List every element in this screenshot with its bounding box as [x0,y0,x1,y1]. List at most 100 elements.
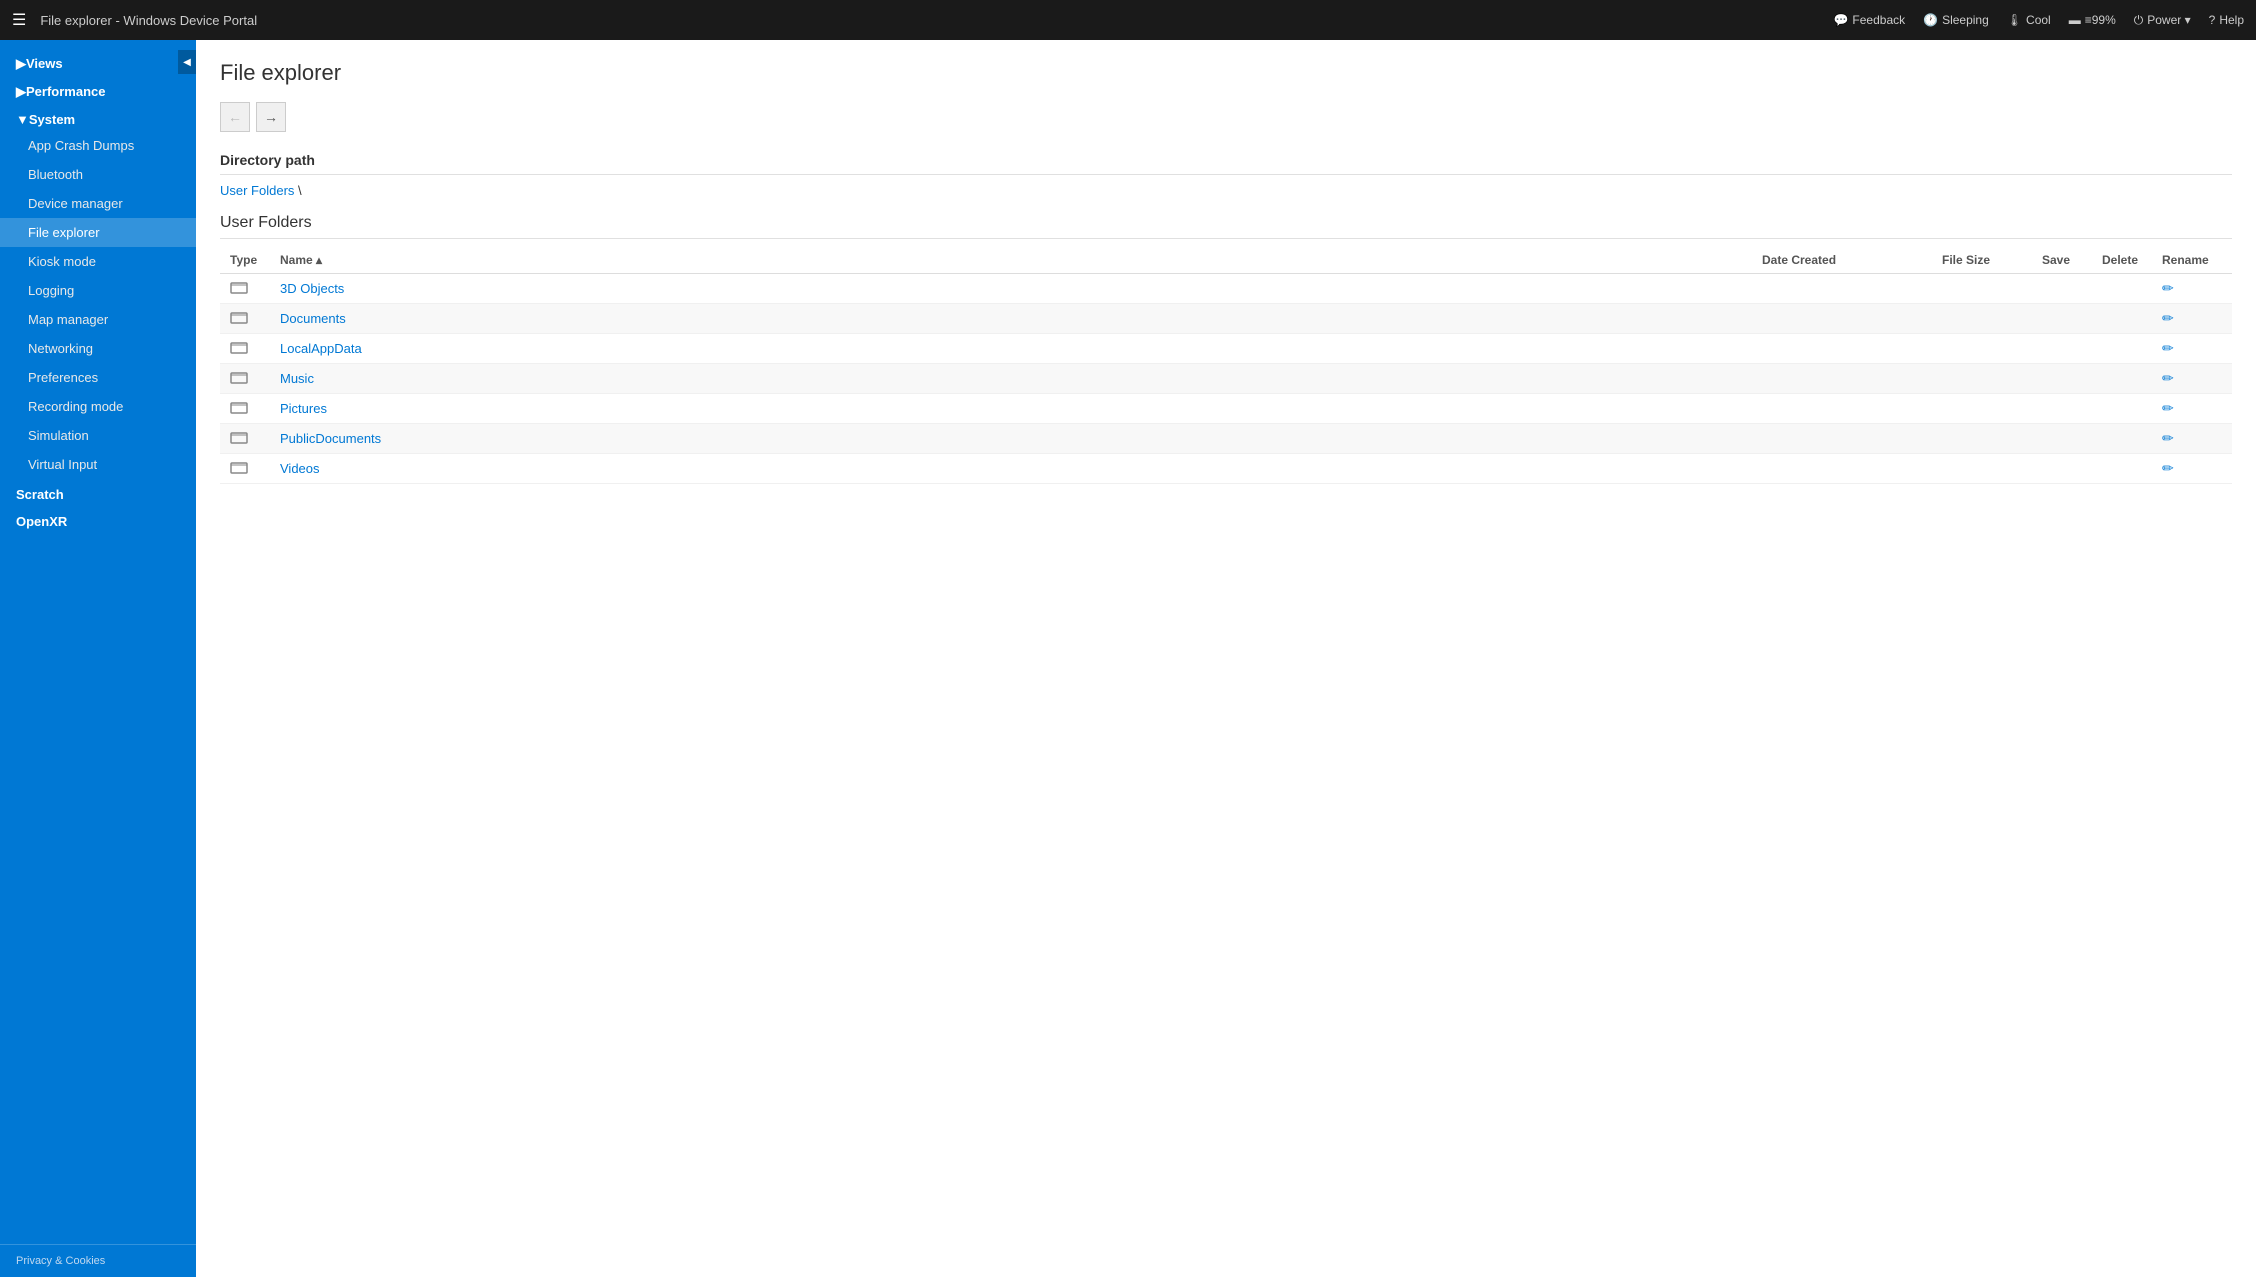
user-folders-title: User Folders [220,214,2232,239]
sidebar-group-system[interactable]: ▼System [0,104,196,131]
help-action[interactable]: ? Help [2209,13,2244,27]
cell-size-local-app-data [1932,334,2032,364]
cell-size-pictures [1932,394,2032,424]
cell-delete-videos [2092,454,2152,484]
nav-back-button[interactable]: ← [220,102,250,132]
cell-date-3d-objects [1752,274,1932,304]
cell-type-pictures [220,394,270,424]
rename-button-documents[interactable]: ✏ [2162,310,2174,326]
sidebar-item-scratch[interactable]: Scratch [0,479,196,506]
table-row: PublicDocuments ✏ [220,424,2232,454]
rename-button-local-app-data[interactable]: ✏ [2162,340,2174,356]
directory-path-section: Directory path User Folders \ [220,152,2232,198]
hamburger-icon[interactable]: ☰ [12,10,26,30]
cell-delete-documents [2092,304,2152,334]
rename-button-public-documents[interactable]: ✏ [2162,430,2174,446]
sidebar-item-logging[interactable]: Logging [0,276,196,305]
rename-button-3d-objects[interactable]: ✏ [2162,280,2174,296]
topbar: ☰ File explorer - Windows Device Portal … [0,0,2256,40]
sidebar-item-preferences[interactable]: Preferences [0,363,196,392]
table-row: Videos ✏ [220,454,2232,484]
file-table: Type Name ▴ Date Created File Size Save … [220,247,2232,484]
cool-icon: 🌡 [2007,13,2022,27]
cell-rename-public-documents: ✏ [2152,424,2232,454]
cell-rename-music: ✏ [2152,364,2232,394]
cell-save-pictures [2032,394,2092,424]
battery-icon: ▬ [2069,13,2081,27]
sidebar-item-device-manager[interactable]: Device manager [0,189,196,218]
table-row: Pictures ✏ [220,394,2232,424]
power-label: Power ▾ [2147,13,2190,27]
table-row: Music ✏ [220,364,2232,394]
power-action[interactable]: ⏻ Power ▾ [2134,13,2191,28]
sort-indicator: ▴ [316,253,322,267]
table-header-row: Type Name ▴ Date Created File Size Save … [220,247,2232,274]
sleeping-label: Sleeping [1942,13,1989,27]
col-header-type: Type [220,247,270,274]
feedback-action[interactable]: 💬 Feedback [1833,13,1905,27]
sidebar-item-map-manager[interactable]: Map manager [0,305,196,334]
help-label: Help [2219,13,2244,27]
cell-name-pictures: Pictures [270,394,1752,424]
sidebar: ◀ ▶Views ▶Performance ▼System App Crash … [0,40,196,1277]
directory-separator: \ [294,183,301,198]
sidebar-item-views[interactable]: ▶Views [0,48,196,76]
sidebar-item-performance[interactable]: ▶Performance [0,76,196,104]
battery-action[interactable]: ▬ ≡99% [2069,13,2116,27]
cell-delete-music [2092,364,2152,394]
cell-name-music: Music [270,364,1752,394]
sidebar-footer-privacy[interactable]: Privacy & Cookies [0,1244,196,1277]
folder-link-videos[interactable]: Videos [280,461,320,476]
sleeping-action[interactable]: 🕐 Sleeping [1923,13,1989,27]
sidebar-item-file-explorer[interactable]: File explorer [0,218,196,247]
folder-icon [230,342,248,357]
cell-rename-videos: ✏ [2152,454,2232,484]
cell-save-music [2032,364,2092,394]
table-row: LocalAppData ✏ [220,334,2232,364]
cell-name-public-documents: PublicDocuments [270,424,1752,454]
page-title: File explorer [220,60,2232,86]
folder-link-public-documents[interactable]: PublicDocuments [280,431,381,446]
sidebar-item-virtual-input[interactable]: Virtual Input [0,450,196,479]
cell-date-music [1752,364,1932,394]
sidebar-item-app-crash-dumps[interactable]: App Crash Dumps [0,131,196,160]
cell-type-3d-objects [220,274,270,304]
folder-link-music[interactable]: Music [280,371,314,386]
cell-save-local-app-data [2032,334,2092,364]
sidebar-collapse-button[interactable]: ◀ [178,50,196,74]
rename-button-videos[interactable]: ✏ [2162,460,2174,476]
sidebar-item-recording-mode[interactable]: Recording mode [0,392,196,421]
sidebar-item-simulation[interactable]: Simulation [0,421,196,450]
sleeping-icon: 🕐 [1923,13,1938,27]
user-folders-link[interactable]: User Folders [220,183,294,198]
feedback-label: Feedback [1852,13,1905,27]
col-header-size: File Size [1932,247,2032,274]
col-header-rename: Rename [2152,247,2232,274]
sidebar-item-openxr[interactable]: OpenXR [0,506,196,533]
folder-link-documents[interactable]: Documents [280,311,346,326]
cool-action[interactable]: 🌡 Cool [2007,13,2051,27]
main-layout: ◀ ▶Views ▶Performance ▼System App Crash … [0,40,2256,1277]
cell-name-videos: Videos [270,454,1752,484]
cell-rename-pictures: ✏ [2152,394,2232,424]
folder-link-3d-objects[interactable]: 3D Objects [280,281,344,296]
cell-date-local-app-data [1752,334,1932,364]
cell-date-public-documents [1752,424,1932,454]
cool-label: Cool [2026,13,2051,27]
nav-forward-button[interactable]: → [256,102,286,132]
help-icon: ? [2209,13,2216,27]
cell-delete-3d-objects [2092,274,2152,304]
rename-button-music[interactable]: ✏ [2162,370,2174,386]
rename-button-pictures[interactable]: ✏ [2162,400,2174,416]
sidebar-item-bluetooth[interactable]: Bluetooth [0,160,196,189]
folder-icon [230,282,248,297]
folder-link-pictures[interactable]: Pictures [280,401,327,416]
feedback-icon: 💬 [1833,13,1848,27]
sidebar-item-kiosk-mode[interactable]: Kiosk mode [0,247,196,276]
sidebar-item-networking[interactable]: Networking [0,334,196,363]
table-row: 3D Objects ✏ [220,274,2232,304]
folder-link-local-app-data[interactable]: LocalAppData [280,341,362,356]
cell-size-music [1932,364,2032,394]
table-row: Documents ✏ [220,304,2232,334]
col-header-name[interactable]: Name ▴ [270,247,1752,274]
